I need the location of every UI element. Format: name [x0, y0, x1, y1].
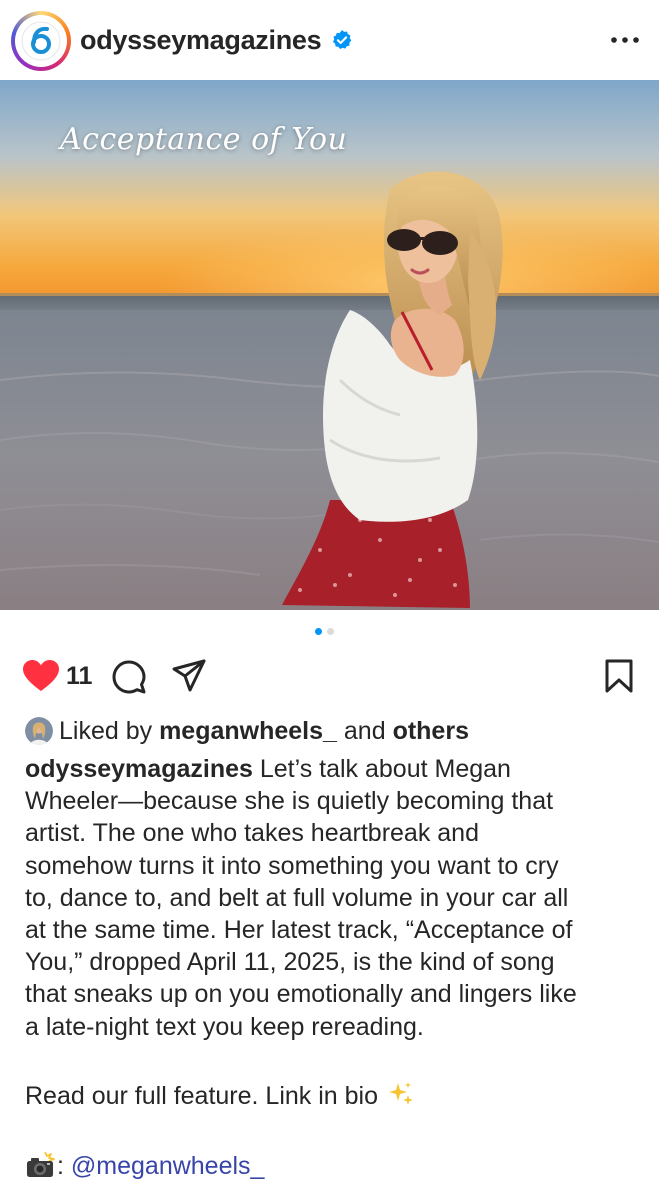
profile-avatar[interactable] [11, 11, 71, 71]
liked-by-user[interactable]: meganwheels_ [159, 717, 337, 745]
credit-mention-link[interactable]: @meganwheels_ [71, 1152, 265, 1180]
post-author-username[interactable]: odysseymagazines [80, 24, 322, 56]
caption-line: that sneaks up on you emotionally and li… [25, 980, 577, 1009]
caption-line: to, dance to, and belt at full volume in… [25, 883, 569, 912]
caption-line: odysseymagazines Let’s talk about Megan [25, 755, 511, 783]
caption-line: a late-night text you keep rereading. [25, 1012, 424, 1041]
sparkles-icon [388, 1082, 413, 1105]
liked-by-connector: and [343, 717, 386, 745]
post-actions-bar: 11 [0, 650, 659, 700]
bookmark-icon[interactable] [604, 659, 634, 693]
like-count[interactable]: 11 [66, 662, 92, 690]
liker-avatar [25, 717, 53, 745]
caption-feature-line: Read our full feature. Link in bio [25, 1080, 415, 1112]
camera-flash-icon [27, 1151, 55, 1177]
more-options-icon[interactable] [608, 28, 642, 52]
post-header: odysseymagazines [0, 0, 659, 80]
post-image[interactable]: Acceptance of You [0, 80, 659, 610]
verified-badge-icon [333, 30, 352, 49]
beach-sunset-photo [0, 80, 659, 610]
caption-username[interactable]: odysseymagazines [25, 755, 253, 783]
share-icon[interactable] [172, 659, 206, 693]
carousel-dot [327, 628, 334, 635]
carousel-dot-active [315, 628, 322, 635]
caption-line: at the same time. Her latest track, “Acc… [25, 916, 573, 945]
photo-credit-line: : @meganwheels_ [25, 1150, 264, 1182]
caption-line: somehow turns it into something you want… [25, 851, 559, 880]
feature-text: Read our full feature. Link in bio [25, 1082, 385, 1110]
liked-by-others[interactable]: others [393, 717, 469, 745]
caption-line: Wheeler—because she is quietly becoming … [25, 787, 554, 816]
odyssey-logo-icon [21, 21, 61, 61]
caption-line: You,” dropped April 11, 2025, is the kin… [25, 948, 555, 977]
comment-icon[interactable] [112, 660, 146, 694]
caption-line: artist. The one who takes heartbreak and [25, 819, 479, 848]
liked-by-prefix: Liked by [59, 717, 153, 745]
post-caption: odysseymagazines Let’s talk about Megan … [25, 753, 640, 1043]
credit-separator: : [57, 1152, 71, 1180]
post-image-title: Acceptance of You [60, 122, 348, 157]
heart-filled-icon[interactable] [22, 659, 60, 693]
